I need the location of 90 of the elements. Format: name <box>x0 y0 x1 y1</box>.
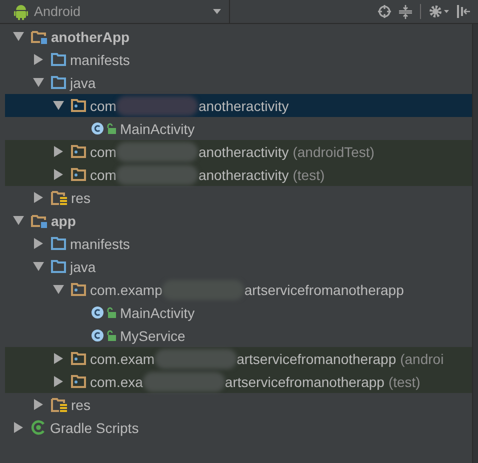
package-name-start: com <box>90 166 116 182</box>
node-label: manifests <box>70 236 130 252</box>
source-set-label: (test) <box>292 166 325 182</box>
collapse-arrow-icon[interactable] <box>12 216 24 225</box>
folder-icon <box>51 260 66 273</box>
module-name: app <box>51 212 76 228</box>
module-folder-icon <box>31 30 47 44</box>
folder-icon <box>51 237 66 250</box>
expand-arrow-icon[interactable] <box>34 192 42 203</box>
unlock-icon <box>106 330 116 341</box>
node-label: java <box>70 258 96 274</box>
package-name-start: com <box>90 98 116 114</box>
module-name: anotherApp <box>51 28 130 44</box>
class-icon <box>91 306 104 319</box>
package-name-end: anotheractivity <box>198 144 289 160</box>
android-icon <box>14 4 28 20</box>
tree-row[interactable]: MainActivity <box>5 301 472 324</box>
folder-icon <box>51 53 66 66</box>
caret-icon <box>213 9 221 14</box>
tree-row[interactable]: app <box>5 209 472 232</box>
node-label: manifests <box>70 52 130 68</box>
node-label: res <box>71 396 90 412</box>
node-label: Gradle Scripts <box>50 420 139 436</box>
expand-arrow-icon[interactable] <box>34 54 42 65</box>
expand-arrow-icon[interactable] <box>34 399 42 410</box>
folder-icon <box>51 76 66 89</box>
expand-arrow-icon[interactable] <box>54 353 62 364</box>
node-label: res <box>71 190 90 206</box>
package-name-end: anotheractivity <box>198 166 289 182</box>
expand-arrow-icon[interactable] <box>54 146 62 157</box>
resource-folder-icon <box>51 190 67 204</box>
class-icon <box>91 329 104 342</box>
module-folder-icon <box>31 214 47 228</box>
collapse-arrow-icon[interactable] <box>32 78 44 87</box>
resource-folder-icon <box>51 398 67 412</box>
hide-panel-button[interactable] <box>457 5 470 18</box>
expand-arrow-icon[interactable] <box>34 238 42 249</box>
package-name-end: anotheractivity <box>198 98 289 114</box>
collapse-arrow-icon[interactable] <box>12 32 24 41</box>
tree-row[interactable]: res <box>5 186 472 209</box>
node-label: java <box>70 74 96 90</box>
tree-row[interactable]: com.exam artservicefromanotherapp (androi <box>5 347 472 370</box>
package-folder-icon <box>71 99 86 112</box>
settings-button[interactable] <box>429 5 449 18</box>
package-folder-icon <box>71 352 86 365</box>
gradle-icon <box>31 420 46 435</box>
node-label: MyService <box>120 328 186 344</box>
source-set-label: (androi <box>400 350 444 366</box>
tree-row[interactable]: manifests <box>5 48 472 71</box>
node-label: MainActivity <box>120 304 195 320</box>
view-name: Android <box>34 4 82 19</box>
class-icon <box>91 122 104 135</box>
package-name-end: artservicefromanotherapp <box>224 374 384 390</box>
package-folder-icon <box>71 375 86 388</box>
expand-arrow-icon[interactable] <box>54 169 62 180</box>
source-set-label: (androidTest) <box>292 144 374 160</box>
tree-row[interactable]: com anotheractivity <box>5 94 472 117</box>
collapse-arrow-icon[interactable] <box>52 285 64 294</box>
package-folder-icon <box>71 168 86 181</box>
package-folder-icon <box>71 283 86 296</box>
package-name-end: artservicefromanotherapp <box>236 350 396 366</box>
unlock-icon <box>106 123 116 134</box>
package-name-start: com.exa <box>90 374 143 390</box>
source-set-label: (test) <box>388 374 420 390</box>
view-dropdown[interactable]: Android <box>0 0 230 23</box>
tree-row[interactable]: MainActivity <box>5 117 472 140</box>
tree-row[interactable]: com.exa artservicefromanotherapp (test) <box>5 370 472 393</box>
package-name-start: com <box>90 144 116 160</box>
expand-arrow-icon[interactable] <box>14 422 22 433</box>
locate-button[interactable] <box>378 5 391 18</box>
tree-row[interactable]: Gradle Scripts <box>5 416 472 439</box>
tree-row[interactable]: manifests <box>5 232 472 255</box>
tree-row[interactable]: com anotheractivity (androidTest) <box>5 140 472 163</box>
tree-row[interactable]: com anotheractivity (test) <box>5 163 472 186</box>
package-folder-icon <box>71 145 86 158</box>
collapse-all-button[interactable] <box>399 4 412 18</box>
package-name-start: com.examp <box>90 282 162 298</box>
tree-row[interactable]: java <box>5 255 472 278</box>
tree-row[interactable]: res <box>5 393 472 416</box>
package-name-start: com.exam <box>90 350 155 366</box>
package-name-end: artservicefromanotherapp <box>244 282 404 298</box>
node-label: MainActivity <box>120 120 195 136</box>
tree-row[interactable]: java <box>5 71 472 94</box>
collapse-arrow-icon[interactable] <box>32 262 44 271</box>
collapse-arrow-icon[interactable] <box>52 101 64 110</box>
tree-row[interactable]: com.examp artservicefromanotherapp <box>5 278 472 301</box>
tree-row[interactable]: anotherApp <box>5 25 472 48</box>
expand-arrow-icon[interactable] <box>54 376 62 387</box>
unlock-icon <box>106 307 116 318</box>
tree-row[interactable]: MyService <box>5 324 472 347</box>
